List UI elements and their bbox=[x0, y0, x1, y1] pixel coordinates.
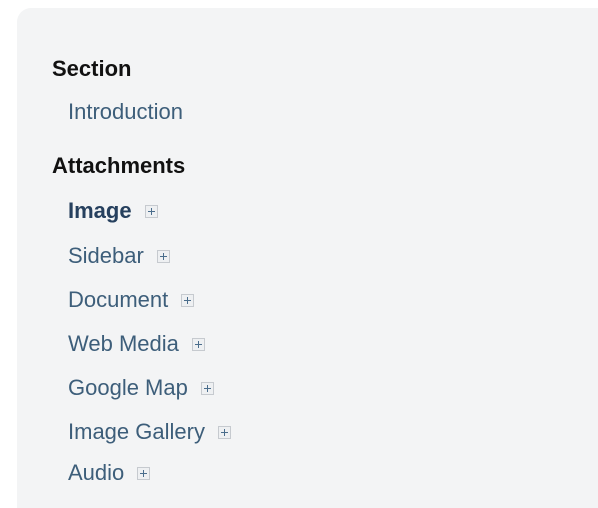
attachment-item-document[interactable]: Document bbox=[68, 287, 195, 312]
attachment-item-label: Document bbox=[68, 287, 169, 312]
plus-icon[interactable] bbox=[156, 249, 170, 263]
plus-icon[interactable] bbox=[181, 293, 195, 307]
attachment-item-label: Audio bbox=[68, 460, 125, 485]
attachment-item-label: Image Gallery bbox=[68, 419, 205, 444]
attachment-item-image[interactable]: Image bbox=[68, 200, 158, 222]
section-item-introduction[interactable]: Introduction bbox=[68, 101, 183, 123]
attachment-item-web-media[interactable]: Web Media bbox=[68, 333, 205, 355]
plus-icon[interactable] bbox=[217, 425, 231, 439]
attachment-item-google-map[interactable]: Google Map bbox=[68, 377, 214, 399]
attachment-item-sidebar[interactable]: Sidebar bbox=[68, 245, 170, 267]
attachment-item-label: Sidebar bbox=[68, 243, 144, 268]
section-item-label: Introduction bbox=[68, 99, 183, 124]
attachment-item-label: Image bbox=[68, 198, 132, 223]
attachments-heading: Attachments bbox=[52, 153, 186, 178]
attachment-item-image-gallery[interactable]: Image Gallery bbox=[68, 421, 231, 443]
attachment-item-label: Web Media bbox=[68, 331, 179, 356]
attachment-item-audio[interactable]: Audio bbox=[68, 460, 151, 485]
plus-icon[interactable] bbox=[200, 381, 214, 395]
plus-icon[interactable] bbox=[144, 204, 158, 218]
plus-icon[interactable] bbox=[137, 466, 151, 480]
section-heading: Section bbox=[52, 56, 132, 81]
plus-icon[interactable] bbox=[191, 337, 205, 351]
attachment-item-label: Google Map bbox=[68, 375, 188, 400]
